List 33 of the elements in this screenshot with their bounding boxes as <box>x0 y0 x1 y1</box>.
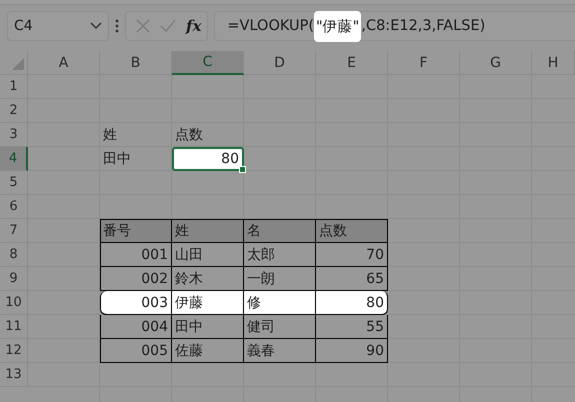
row-header[interactable]: 4 <box>0 147 28 171</box>
table-header-cell: 名 <box>244 219 316 243</box>
table-cell: 80 <box>316 291 388 315</box>
table-cell: 山田 <box>172 243 244 267</box>
table-cell: 健司 <box>244 315 316 339</box>
name-box[interactable]: C4 <box>7 11 109 41</box>
table-cell: 004 <box>100 315 172 339</box>
more-options-icon[interactable] <box>115 19 119 33</box>
insert-function-button[interactable]: fx <box>186 17 202 35</box>
table-cell: 001 <box>100 243 172 267</box>
table-header-cell: 点数 <box>316 219 388 243</box>
cell-value: 田中 <box>103 150 131 168</box>
label-text: 点数 <box>175 126 203 144</box>
table-cell: 90 <box>316 339 388 363</box>
table-cell: 田中 <box>172 315 244 339</box>
table-cell: 70 <box>316 243 388 267</box>
table-cell: 005 <box>100 339 172 363</box>
table-header-cell: 番号 <box>100 219 172 243</box>
table-cell: 003 <box>100 291 172 315</box>
table-header-cell: 姓 <box>172 219 244 243</box>
table-cell: 伊藤 <box>172 291 244 315</box>
table-cell: 太郎 <box>244 243 316 267</box>
table-cell: 佐藤 <box>172 339 244 363</box>
label-text: 姓 <box>103 126 117 144</box>
check-icon[interactable] <box>160 19 176 33</box>
table-cell: 義春 <box>244 339 316 363</box>
table-cell: 修 <box>244 291 316 315</box>
chevron-down-icon[interactable] <box>90 22 102 30</box>
cell-reference: C4 <box>14 18 33 34</box>
active-cell[interactable]: 80 <box>172 147 244 171</box>
column-header[interactable]: C <box>172 51 244 75</box>
table-cell: 55 <box>316 315 388 339</box>
fill-handle-icon[interactable] <box>239 166 246 173</box>
